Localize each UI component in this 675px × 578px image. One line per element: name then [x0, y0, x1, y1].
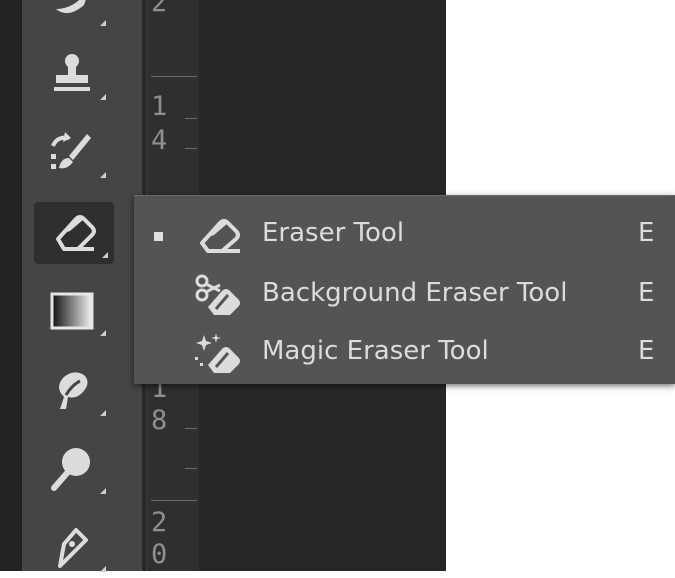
- tool-smudge[interactable]: [32, 0, 112, 32]
- history-brush-icon: [51, 132, 91, 169]
- ruler-label: 2: [151, 507, 168, 538]
- submenu-indicator: [100, 488, 106, 494]
- dodge-icon: [51, 448, 90, 491]
- submenu-indicator: [100, 20, 106, 26]
- ruler-label: 8: [151, 405, 168, 436]
- tool-history-brush[interactable]: [32, 122, 112, 184]
- tool-pen[interactable]: [32, 516, 112, 578]
- menu-item-label: Eraser Tool: [262, 218, 405, 248]
- tool-eraser[interactable]: [34, 202, 114, 264]
- magic-eraser-icon: [195, 333, 240, 373]
- ruler-label: 4: [151, 125, 168, 156]
- ruler-tick: [151, 500, 197, 501]
- ruler-tick: [185, 118, 197, 119]
- submenu-indicator: [100, 94, 106, 100]
- menu-item-eraser-tool[interactable]: Eraser Tool E: [134, 206, 675, 264]
- tools-panel: [22, 0, 142, 572]
- menu-item-magic-eraser-tool[interactable]: Magic Eraser Tool E: [134, 324, 675, 382]
- brush-partial-icon: [56, 0, 86, 14]
- eraser-icon: [200, 219, 240, 253]
- stamp-icon: [54, 54, 90, 91]
- ruler-tick: [185, 428, 197, 429]
- ruler-tick: [151, 76, 197, 77]
- menu-item-shortcut: E: [638, 278, 655, 308]
- submenu-indicator: [100, 172, 106, 178]
- blur-drop-icon: [59, 372, 88, 409]
- selected-marker: [154, 232, 163, 241]
- menu-item-shortcut: E: [638, 218, 655, 248]
- ruler-label: 2: [151, 0, 168, 18]
- menu-item-shortcut: E: [638, 336, 655, 366]
- tool-clone-stamp[interactable]: [32, 44, 112, 106]
- panel-edge: [0, 0, 22, 571]
- tool-blur[interactable]: [32, 360, 112, 422]
- menu-item-background-eraser-tool[interactable]: Background Eraser Tool E: [134, 266, 675, 324]
- pen-icon: [58, 528, 88, 568]
- submenu-indicator: [100, 410, 106, 416]
- gradient-icon: [50, 292, 94, 330]
- ruler-label: 1: [151, 91, 168, 122]
- ruler-tick: [185, 468, 197, 469]
- tool-gradient[interactable]: [32, 280, 112, 342]
- ruler-tick: [185, 148, 197, 149]
- submenu-indicator: [100, 566, 106, 572]
- submenu-indicator: [102, 252, 108, 258]
- background-eraser-icon: [195, 274, 240, 315]
- menu-item-label: Magic Eraser Tool: [262, 336, 489, 366]
- submenu-indicator: [100, 330, 106, 336]
- eraser-tools-flyout-menu: Eraser Tool E Background Eraser Tool E M…: [134, 195, 675, 384]
- tool-dodge[interactable]: [32, 438, 112, 500]
- ruler-label: 0: [151, 539, 168, 570]
- menu-item-label: Background Eraser Tool: [262, 278, 568, 308]
- eraser-icon: [56, 215, 96, 251]
